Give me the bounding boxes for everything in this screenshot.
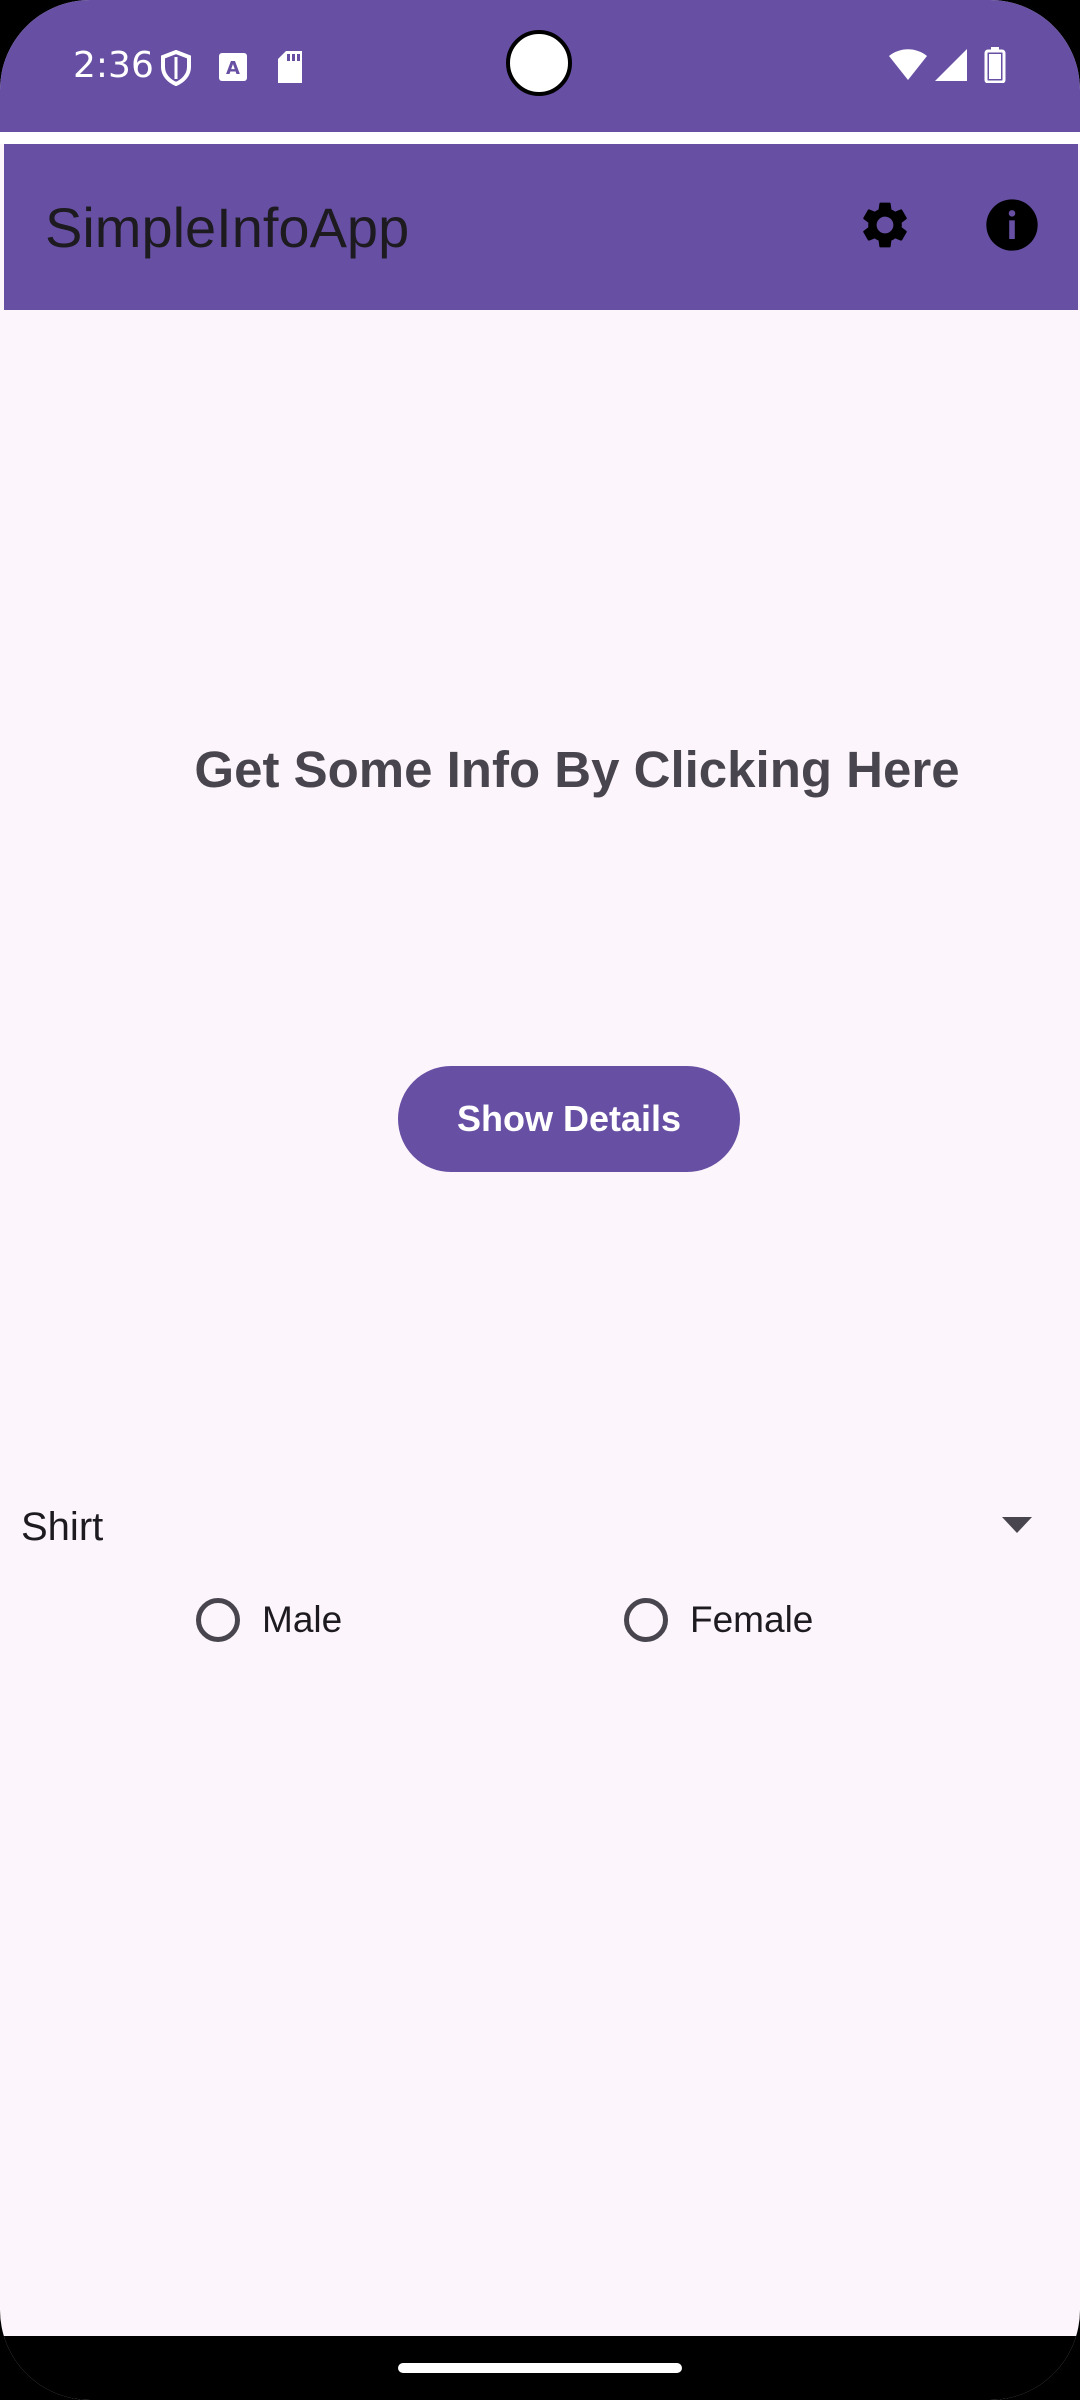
- radio-label-male: Male: [262, 1599, 343, 1640]
- wifi-icon: [888, 48, 928, 87]
- info-icon: [984, 197, 1040, 258]
- sd-card-icon: [276, 50, 304, 89]
- info-button[interactable]: [967, 182, 1057, 272]
- shield-icon: [160, 49, 192, 91]
- radio-male[interactable]: Male: [196, 1590, 342, 1650]
- radio-label-female: Female: [690, 1599, 814, 1640]
- show-details-button[interactable]: Show Details: [398, 1066, 740, 1172]
- radio-button-icon: [196, 1598, 240, 1642]
- radio-female[interactable]: Female: [624, 1590, 813, 1650]
- app-title: SimpleInfoApp: [45, 196, 410, 259]
- dropdown-arrow-icon: [1001, 1516, 1033, 1539]
- app-bar: SimpleInfoApp: [4, 144, 1078, 310]
- status-bar: 2:36 A: [0, 0, 1080, 132]
- home-indicator[interactable]: [398, 2363, 682, 2373]
- headline-text: Get Some Info By Clicking Here: [194, 741, 960, 798]
- spinner-selected-value: Shirt: [21, 1505, 104, 1549]
- battery-icon: [984, 47, 1006, 88]
- status-bar-divider: [0, 132, 1080, 144]
- product-spinner[interactable]: Shirt: [0, 1490, 1080, 1564]
- camera-cutout: [506, 30, 572, 96]
- settings-gear-icon: [857, 197, 913, 258]
- settings-button[interactable]: [840, 182, 930, 272]
- radio-button-icon: [624, 1598, 668, 1642]
- svg-text:A: A: [226, 58, 240, 79]
- status-time: 2:36: [73, 45, 154, 86]
- signal-icon: [934, 48, 968, 87]
- phone-screen: 2:36 A SimpleInfoApp Get Some Info By Cl…: [0, 0, 1080, 2400]
- keyboard-a-icon: A: [218, 52, 248, 87]
